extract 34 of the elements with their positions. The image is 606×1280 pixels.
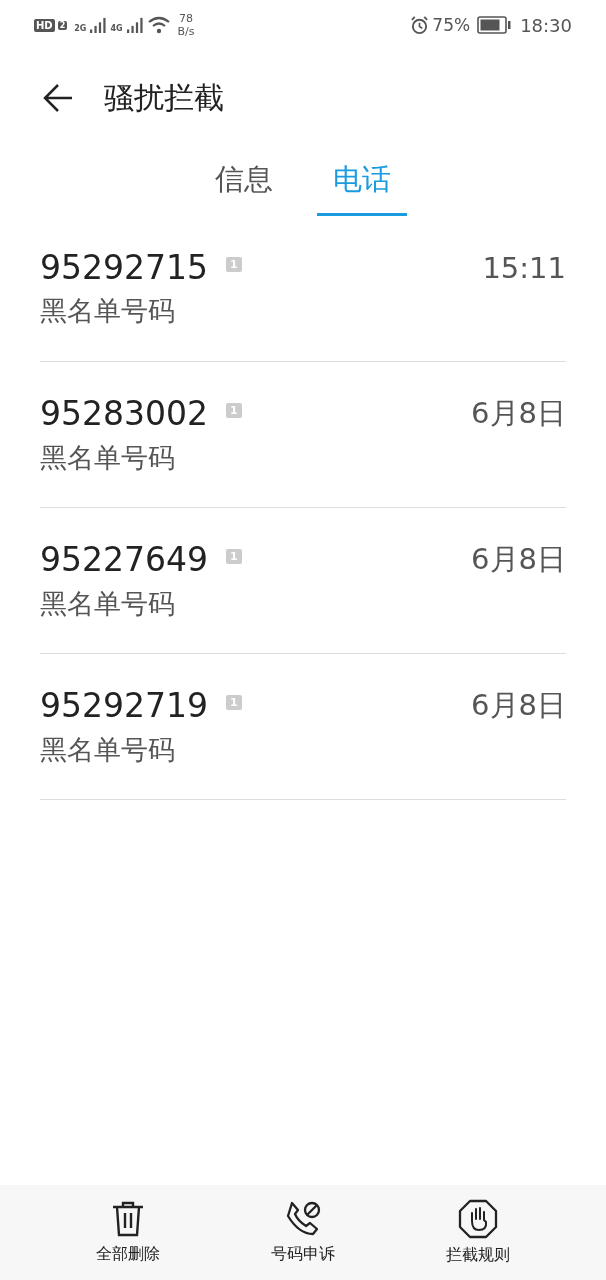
block-reason: 黑名单号码 <box>40 732 176 767</box>
call-time: 6月8日 <box>471 540 566 578</box>
signal-icon <box>89 17 108 33</box>
sim-number: 2 <box>57 20 68 30</box>
tab[interactable]: 信息 <box>199 146 289 216</box>
battery-icon <box>477 16 512 34</box>
back-button[interactable] <box>42 82 74 114</box>
call-time: 6月8日 <box>471 686 566 724</box>
block-reason: 黑名单号码 <box>40 586 176 621</box>
back-arrow-icon <box>42 82 74 114</box>
signal-icon <box>125 17 144 33</box>
phone-number: 95292715 <box>40 248 208 287</box>
network-type: 2G <box>74 24 87 33</box>
call-time: 6月8日 <box>471 394 566 432</box>
phone-blocked-icon <box>284 1200 322 1238</box>
hd-badge: HD <box>34 18 55 32</box>
phone-number: 95227649 <box>40 540 208 579</box>
clock-time: 18:30 <box>520 14 572 36</box>
block-reason: 黑名单号码 <box>40 294 176 328</box>
speed-unit: B/s <box>177 25 195 38</box>
wifi-icon <box>146 16 171 34</box>
phone-number: 95292719 <box>40 686 208 725</box>
block-reason: 黑名单号码 <box>40 440 176 475</box>
network-type: 4G <box>110 24 123 33</box>
hand-stop-icon <box>458 1199 499 1239</box>
toolbar-button[interactable]: 号码申诉 <box>243 1199 363 1266</box>
call-time: 15:11 <box>482 250 566 285</box>
phone-number: 95283002 <box>40 394 208 433</box>
toolbar-button[interactable]: 全部删除 <box>67 1199 188 1266</box>
speed-value: 78 <box>179 12 193 25</box>
battery-percent: 75% <box>432 15 471 35</box>
page-title: 骚扰拦截 <box>104 78 224 117</box>
toolbar-button[interactable]: 拦截规则 <box>418 1198 539 1267</box>
alarm-clock-icon <box>410 15 430 35</box>
